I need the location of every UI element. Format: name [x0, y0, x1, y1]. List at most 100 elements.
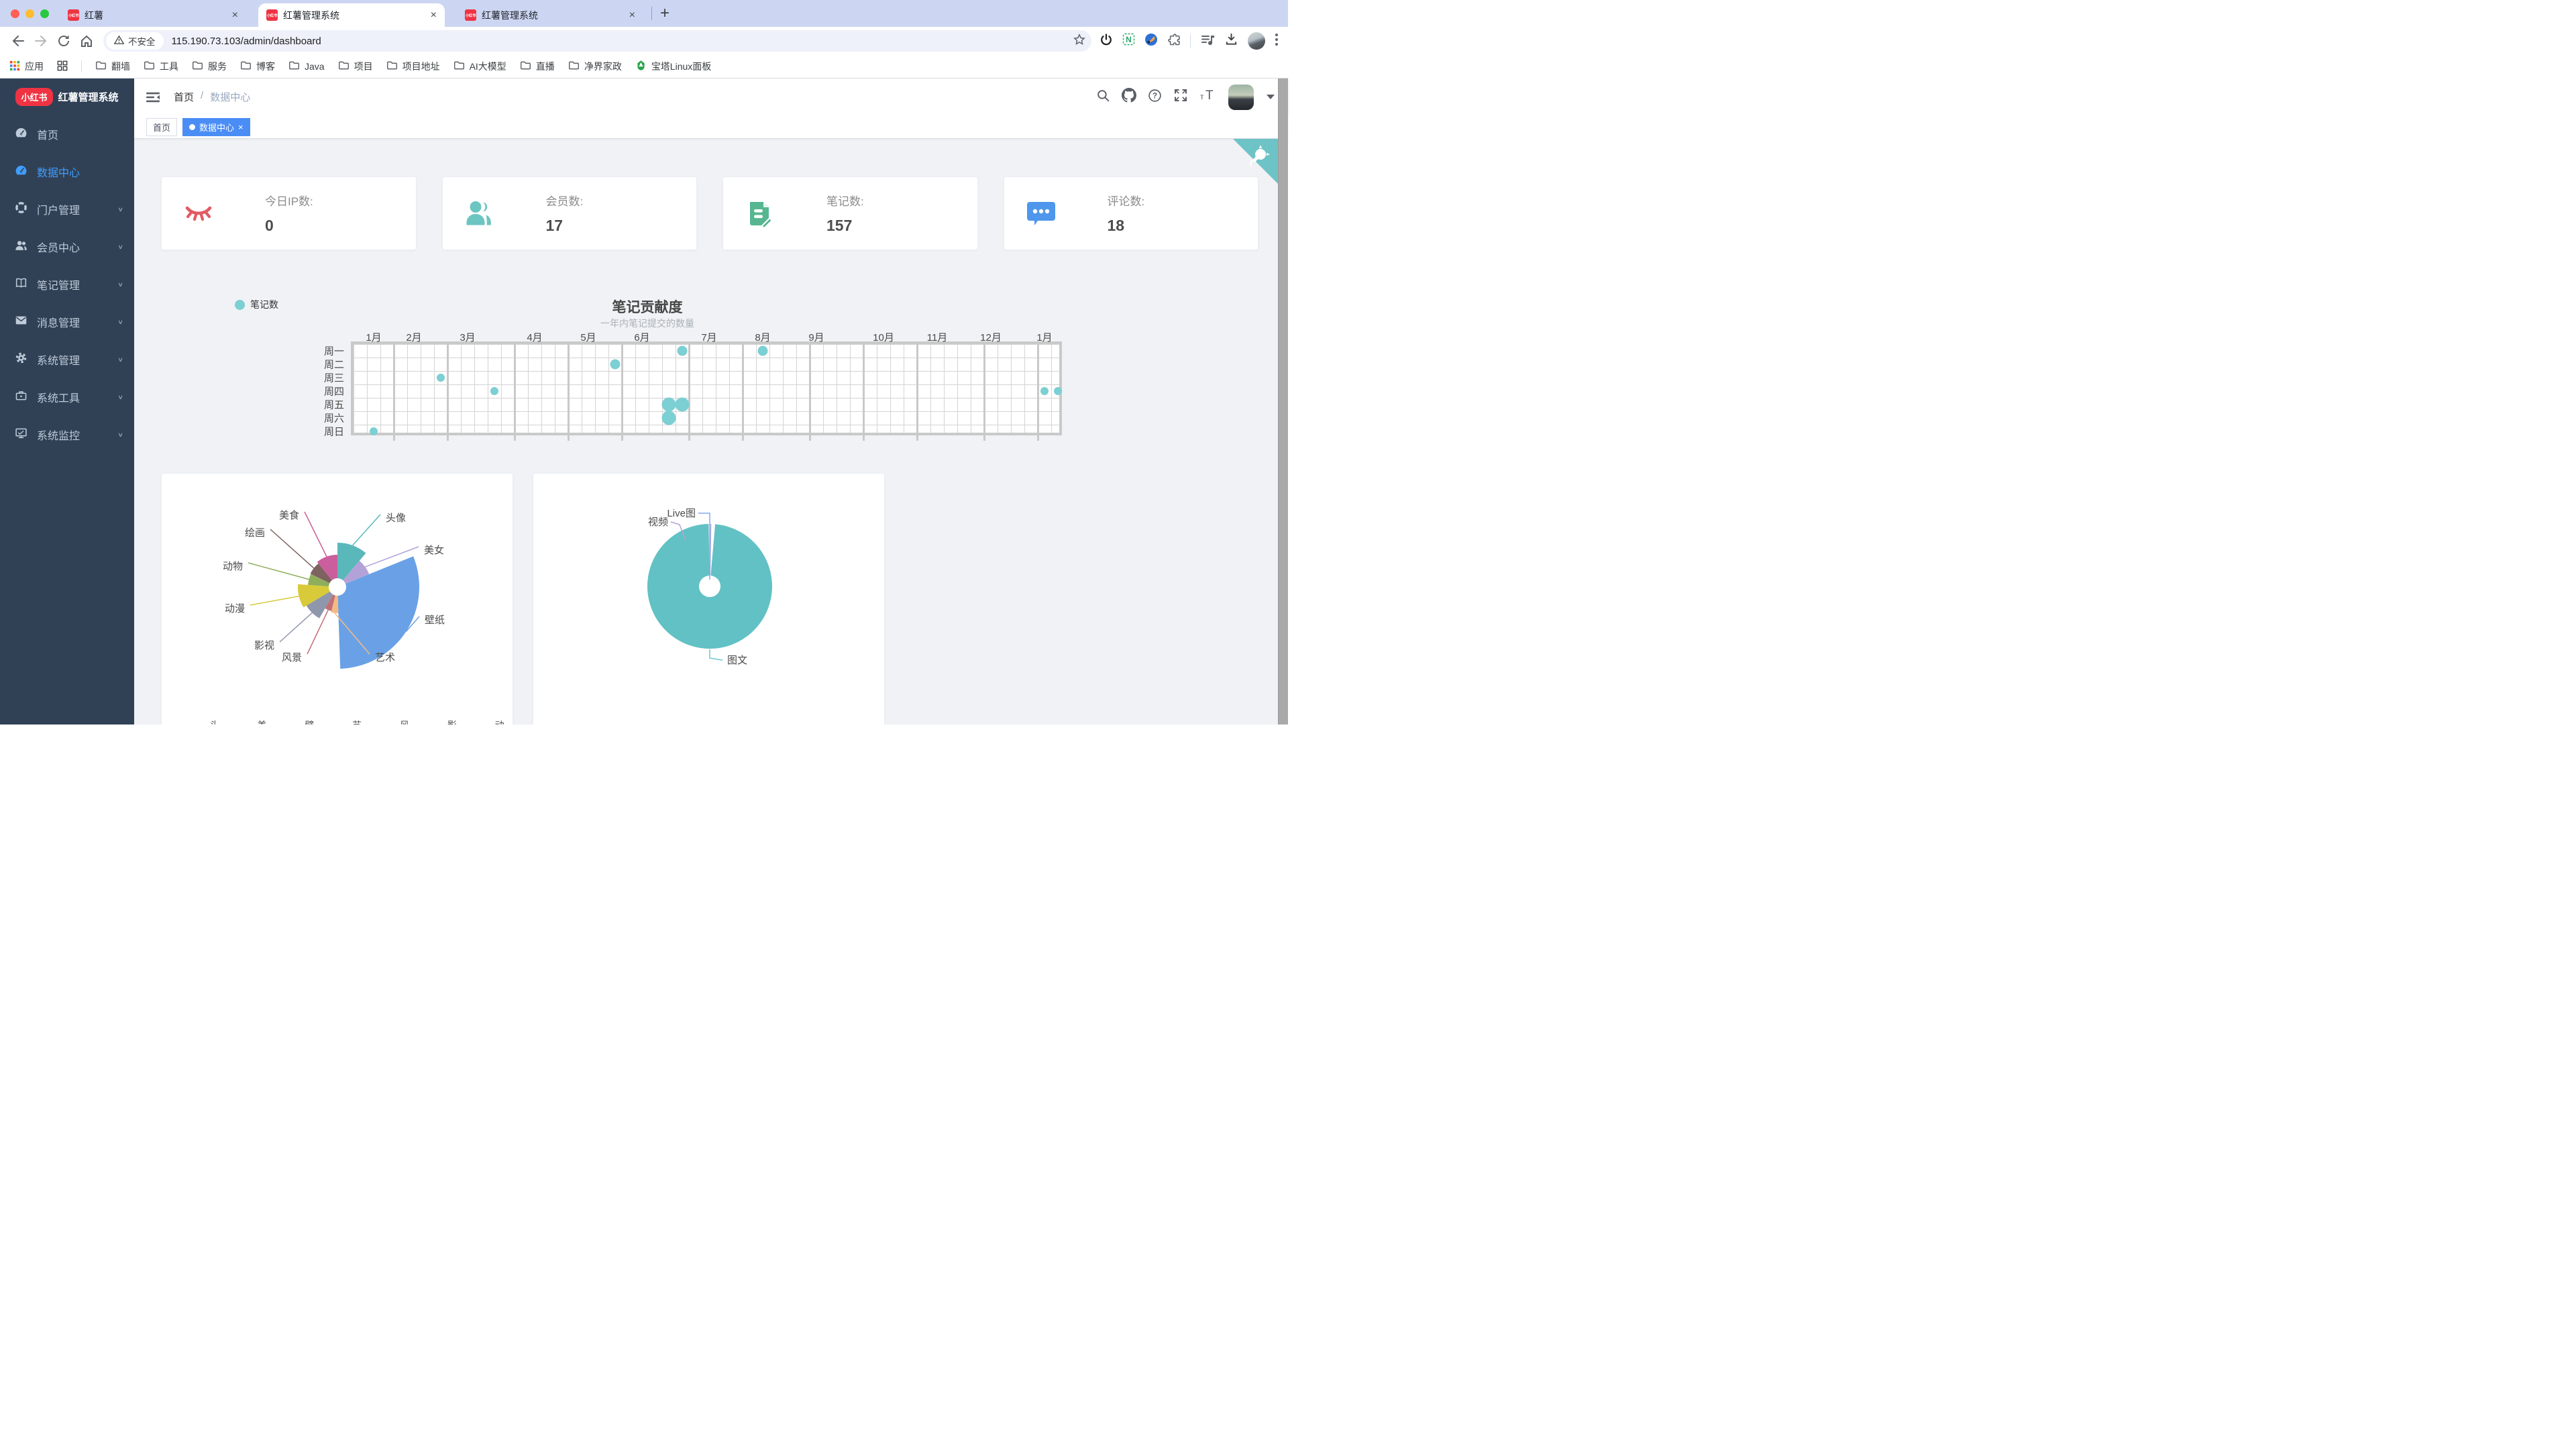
- contribution-dot: [662, 398, 676, 412]
- downloads-icon[interactable]: [1224, 32, 1238, 50]
- reload-icon[interactable]: [52, 30, 75, 52]
- bookmark-item-0[interactable]: 应用: [9, 60, 44, 73]
- tab-close-icon[interactable]: ×: [428, 9, 439, 21]
- month-tick-label: 6月: [634, 330, 649, 344]
- month-tick-label: 11月: [927, 330, 948, 344]
- sidebar-collapse-icon[interactable]: [134, 78, 171, 115]
- gear-icon: [15, 352, 28, 368]
- bookmark-label: 直播: [536, 60, 555, 73]
- zoom-window-button[interactable]: [40, 9, 49, 18]
- help-icon[interactable]: ?: [1148, 89, 1162, 106]
- notion-extension-icon[interactable]: N: [1122, 33, 1135, 49]
- browser-tab-0[interactable]: 小红书红薯×: [60, 3, 246, 27]
- stat-value: 0: [265, 217, 313, 235]
- sidebar-item-0[interactable]: 首页: [0, 115, 134, 153]
- forward-icon[interactable]: [30, 30, 52, 52]
- stat-cards: 今日IP数:0会员数:17笔记数:157评论数:18: [161, 176, 1258, 250]
- chrome-menu-icon[interactable]: [1275, 33, 1279, 50]
- sidebar-item-3[interactable]: 会员中心∨: [0, 228, 134, 266]
- address-bar[interactable]: 不安全 115.190.73.103/admin/dashboard: [103, 30, 1091, 52]
- stat-label: 评论数:: [1108, 192, 1145, 209]
- month-tick-label: 7月: [701, 330, 716, 344]
- month-tick-label: 2月: [406, 330, 421, 344]
- sidebar-item-2[interactable]: 门户管理∨: [0, 191, 134, 228]
- bottom-charts: 头像美女壁纸艺术风景影视动漫动物绘画美食 头像美女壁纸艺术风景影视动漫 Live…: [161, 473, 885, 724]
- font-size-icon[interactable]: тT: [1199, 88, 1217, 106]
- contribution-grid: [351, 341, 1062, 435]
- page-scrollbar[interactable]: [1278, 78, 1288, 724]
- browser-tab-strip: 小红书红薯× 小红书红薯管理系统× 小红书红薯管理系统× +: [0, 0, 1288, 27]
- sidebar-item-6[interactable]: 系统管理∨: [0, 341, 134, 378]
- bookmark-item-3[interactable]: 工具: [144, 60, 178, 73]
- bookmark-item-5[interactable]: 博客: [240, 60, 275, 73]
- month-boundary-line: [916, 341, 918, 441]
- rose-legend-item-动漫[interactable]: 动漫: [475, 718, 513, 724]
- rose-legend-item-壁纸[interactable]: 壁纸: [285, 718, 323, 724]
- contribution-dot: [1040, 387, 1049, 395]
- power-extension-icon[interactable]: [1099, 33, 1113, 50]
- media-playlist-icon[interactable]: [1200, 33, 1215, 50]
- month-boundary-line: [568, 341, 570, 441]
- contribution-dot: [437, 374, 445, 382]
- tab-close-icon[interactable]: ×: [229, 9, 241, 21]
- rose-legend-item-影视[interactable]: 影视: [427, 718, 465, 724]
- browser-tab-1[interactable]: 小红书红薯管理系统×: [258, 3, 445, 27]
- breadcrumb-home[interactable]: 首页: [174, 90, 194, 104]
- bookmark-item-12[interactable]: 宝塔Linux面板: [635, 60, 711, 73]
- bookmark-item-10[interactable]: 直播: [520, 60, 555, 73]
- bookmark-item-11[interactable]: 净界家政: [568, 60, 622, 73]
- month-tick-label: 10月: [873, 330, 894, 344]
- caret-down-icon[interactable]: [1267, 95, 1275, 99]
- extensions-puzzle-icon[interactable]: [1167, 33, 1181, 50]
- rose-legend-item-美女[interactable]: 美女: [237, 718, 275, 724]
- rose-legend-item-艺术[interactable]: 艺术: [333, 718, 370, 724]
- tag-item-1[interactable]: 数据中心×: [182, 118, 250, 136]
- bookmark-item-1[interactable]: [57, 60, 68, 73]
- browser-tab-2[interactable]: 小红书红薯管理系统×: [457, 3, 643, 27]
- rose-legend-item-头像[interactable]: 头像: [190, 718, 227, 724]
- bookmark-star-icon[interactable]: [1073, 33, 1086, 50]
- proxy-extension-icon[interactable]: [1144, 33, 1158, 50]
- bookmark-item-9[interactable]: AI大模型: [453, 60, 506, 73]
- tag-item-0[interactable]: 首页: [146, 118, 177, 136]
- close-window-button[interactable]: [11, 9, 19, 18]
- rose-label: 风景: [282, 652, 302, 663]
- rose-label: 动物: [223, 561, 243, 572]
- bookmark-item-4[interactable]: 服务: [192, 60, 227, 73]
- home-icon[interactable]: [75, 30, 98, 52]
- tag-close-icon[interactable]: ×: [238, 122, 244, 132]
- breadcrumb: 首页 / 数据中心: [174, 90, 250, 104]
- page-content: 今日IP数:0会员数:17笔记数:157评论数:18 笔记数 笔记贡献度 一年内…: [134, 139, 1288, 724]
- bookmark-item-6[interactable]: Java: [288, 60, 325, 73]
- new-tab-button[interactable]: +: [660, 5, 669, 21]
- fullscreen-icon[interactable]: [1173, 88, 1188, 106]
- top-navbar: 首页 / 数据中心 ? тT: [134, 78, 1288, 115]
- month-boundary-line: [742, 341, 744, 441]
- back-icon[interactable]: [7, 30, 30, 52]
- chrome-profile-avatar[interactable]: [1248, 32, 1265, 50]
- user-avatar[interactable]: [1228, 85, 1254, 110]
- donut-label: 视频: [648, 517, 668, 528]
- tab-close-icon[interactable]: ×: [627, 9, 638, 21]
- breadcrumb-current: 数据中心: [210, 90, 250, 104]
- search-icon[interactable]: [1096, 89, 1110, 106]
- lifebuoy-icon: [15, 201, 28, 217]
- app-logo[interactable]: 小红书 红薯管理系统: [0, 78, 134, 115]
- bookmark-item-2[interactable]: 翻墙: [95, 60, 130, 73]
- rose-legend-item-风景[interactable]: 风景: [380, 718, 417, 724]
- bookmark-item-7[interactable]: 项目: [338, 60, 373, 73]
- xiaohongshu-favicon-icon: 小红书: [68, 9, 79, 21]
- sidebar-item-1[interactable]: 数据中心: [0, 153, 134, 191]
- url-text[interactable]: 115.190.73.103/admin/dashboard: [172, 36, 1073, 47]
- rose-label: 影视: [254, 640, 274, 651]
- sidebar-item-8[interactable]: 系统监控∨: [0, 416, 134, 453]
- sidebar-item-4[interactable]: 笔记管理∨: [0, 266, 134, 303]
- bookmark-item-8[interactable]: 项目地址: [386, 60, 440, 73]
- sidebar-item-7[interactable]: 系统工具∨: [0, 378, 134, 416]
- contribution-dot: [610, 360, 621, 370]
- minimize-window-button[interactable]: [25, 9, 34, 18]
- security-chip[interactable]: 不安全: [106, 32, 164, 50]
- chevron-down-icon: ∨: [117, 244, 123, 251]
- github-icon[interactable]: [1122, 88, 1136, 106]
- sidebar-item-5[interactable]: 消息管理∨: [0, 303, 134, 341]
